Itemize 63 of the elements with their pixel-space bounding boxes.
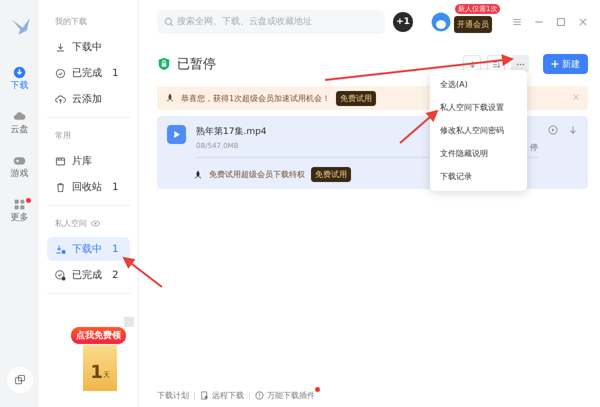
menu-item[interactable]: 私人空间下载设置: [430, 96, 527, 119]
film-icon: [55, 156, 66, 166]
section-title: 常用: [55, 130, 72, 141]
menu-item[interactable]: 修改私人空间密码: [430, 119, 527, 142]
sidebar-item[interactable]: 回收站 1: [47, 175, 130, 199]
shield-lock-icon: [157, 56, 171, 72]
search-field[interactable]: 搜索全网、下载、云盘或收藏地址: [157, 10, 385, 34]
play-circle-icon: [548, 125, 558, 135]
lockdone-icon: [55, 270, 66, 280]
footer-link[interactable]: 万能下载插件: [267, 390, 315, 401]
device-icon: [200, 391, 209, 400]
plus-icon: [551, 60, 559, 68]
points-badge[interactable]: +1: [393, 12, 413, 32]
avatar-icon: [431, 12, 451, 32]
menu-icon: [512, 17, 522, 27]
rocket-icon: [193, 170, 203, 180]
plugin-icon: [255, 391, 264, 400]
task-status: 停: [530, 142, 538, 153]
footer-link[interactable]: 下载计划: [157, 390, 189, 401]
section-title: 我的下载: [55, 16, 88, 27]
banner-text: 恭喜您，获得1次超级会员加速试用机会！: [181, 92, 330, 104]
sidebar-item[interactable]: 已完成 2: [47, 263, 130, 287]
arrow-down-icon: [568, 125, 578, 135]
page-title: 已暂停: [177, 56, 216, 73]
download-icon: [13, 66, 26, 79]
rail-tab[interactable]: 云盘: [10, 110, 29, 136]
menu-item[interactable]: 下载记录: [430, 165, 527, 188]
trash-icon: [55, 182, 66, 192]
screens-icon: [14, 374, 26, 386]
play-icon: [172, 130, 181, 139]
menu-item[interactable]: 全选(A): [430, 73, 527, 96]
window-mode-button[interactable]: [6, 367, 33, 393]
sort-icon: [492, 60, 500, 68]
down-icon: [55, 42, 66, 52]
new-button[interactable]: 新建: [543, 54, 588, 74]
file-name: 熟年第17集.mp4: [196, 126, 267, 138]
maximize-icon: [556, 17, 566, 27]
trial-button[interactable]: 免费试用: [311, 167, 351, 182]
sidebar-item[interactable]: 下载中: [47, 35, 130, 59]
sidebar-item[interactable]: 下载中 1: [47, 237, 130, 261]
rocket-icon: [165, 93, 175, 103]
rail-tab[interactable]: 游戏: [10, 154, 29, 180]
trial-button[interactable]: 免费试用: [336, 90, 376, 106]
rail-tab[interactable]: 下载: [10, 66, 29, 92]
menu-item[interactable]: 文件隐藏说明: [430, 142, 527, 165]
promo-tag[interactable]: 点我免费领: [71, 327, 126, 344]
more-icon: [13, 198, 26, 211]
rail-tab[interactable]: 更多: [10, 198, 29, 224]
sidebar-item[interactable]: 已完成 1: [47, 61, 130, 85]
lockdown-icon: [55, 244, 66, 254]
annotation-arrow: [399, 110, 439, 144]
eye-icon[interactable]: [91, 219, 100, 228]
done-icon: [55, 68, 66, 78]
promo-text: 免费试用超级会员下载特权: [209, 169, 305, 180]
footer-link[interactable]: 远程下载: [212, 390, 244, 401]
arrow-down-icon: [468, 60, 476, 68]
annotation-arrow: [122, 256, 163, 288]
upload-icon: [55, 94, 66, 104]
vip-button[interactable]: 开通会员: [454, 16, 492, 32]
sidebar-item[interactable]: 片库: [47, 149, 130, 173]
section-title: 私人空间: [55, 218, 88, 229]
sidebar-item[interactable]: 云添加: [47, 87, 130, 111]
cloud-icon: [13, 110, 26, 123]
